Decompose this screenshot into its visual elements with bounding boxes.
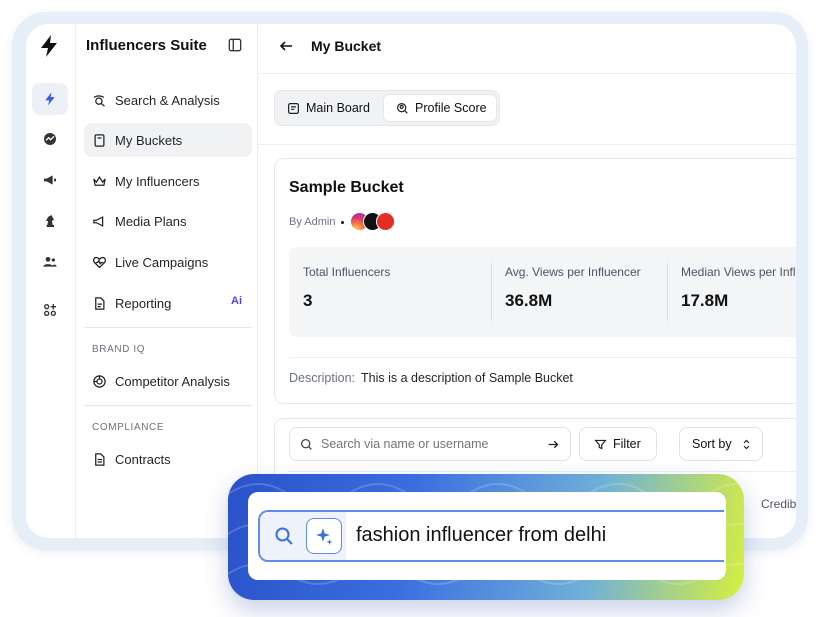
crown-icon bbox=[93, 175, 106, 186]
sidebar-item-label: My Influencers bbox=[115, 173, 200, 189]
profile-score-icon bbox=[397, 102, 408, 114]
separator-dot bbox=[341, 220, 345, 224]
ai-search-query: fashion influencer from delhi bbox=[356, 524, 607, 546]
stat-median-views: Median Views per Influencer 17.8M bbox=[667, 247, 796, 337]
owner-text: By Admin bbox=[289, 216, 336, 228]
stat-label: Total Influencers bbox=[303, 265, 391, 279]
tab-main-board[interactable]: Main Board bbox=[279, 94, 378, 122]
stat-value: 3 bbox=[303, 291, 313, 310]
sidebar: Influencers Suite Search & Analysis My B… bbox=[76, 24, 258, 538]
chevron-up-down-icon bbox=[743, 439, 749, 449]
sidebar-divider bbox=[84, 327, 252, 328]
tab-label: Profile Score bbox=[415, 101, 487, 115]
document-icon bbox=[95, 452, 105, 466]
bucket-owner: By Admin bbox=[289, 212, 404, 232]
bucket-title: Sample Bucket bbox=[289, 179, 404, 196]
megaphone-icon bbox=[44, 175, 56, 185]
rail-analytics-button[interactable] bbox=[32, 123, 68, 155]
sidebar-item-label: Competitor Analysis bbox=[115, 373, 230, 389]
ai-search-panel: fashion influencer from delhi bbox=[248, 492, 726, 580]
report-icon bbox=[95, 296, 105, 310]
chess-knight-icon bbox=[46, 215, 54, 227]
section-label-brand-iq: BRAND IQ bbox=[92, 344, 146, 355]
icon-rail bbox=[26, 24, 76, 538]
sidebar-item-my-influencers[interactable]: My Influencers bbox=[84, 164, 252, 198]
rail-apps-button[interactable] bbox=[32, 294, 68, 326]
tab-label: Main Board bbox=[306, 101, 370, 115]
search-input[interactable] bbox=[321, 437, 531, 451]
stat-label: Avg. Views per Influencer bbox=[505, 265, 641, 279]
description-text: This is a description of Sample Bucket bbox=[361, 371, 573, 385]
board-icon bbox=[288, 102, 299, 114]
bucket-stats: Total Influencers 3 Avg. Views per Influ… bbox=[289, 247, 796, 337]
toolbar-divider bbox=[289, 471, 796, 472]
search-icon[interactable] bbox=[274, 526, 294, 546]
stat-value: 36.8M bbox=[505, 291, 553, 310]
chart-icon bbox=[44, 133, 56, 145]
sidebar-item-label: Media Plans bbox=[115, 213, 187, 229]
sidebar-item-my-buckets[interactable]: My Buckets bbox=[84, 123, 252, 157]
sidebar-item-label: My Buckets bbox=[115, 132, 183, 148]
sidebar-toggle-icon[interactable] bbox=[228, 38, 242, 52]
sidebar-item-label: Contracts bbox=[115, 451, 171, 467]
sidebar-item-label: Reporting bbox=[115, 295, 172, 311]
bolt-logo-icon bbox=[41, 35, 57, 57]
rail-campaigns-button[interactable] bbox=[32, 164, 68, 196]
sort-label: Sort by bbox=[692, 437, 732, 451]
app-window: Influencers Suite Search & Analysis My B… bbox=[26, 24, 796, 538]
sidebar-item-search-analysis[interactable]: Search & Analysis bbox=[84, 83, 252, 117]
sidebar-divider bbox=[84, 405, 252, 406]
sidebar-item-label: Live Campaigns bbox=[115, 254, 209, 270]
sidebar-item-contracts[interactable]: Contracts bbox=[84, 442, 252, 476]
rail-strategy-button[interactable] bbox=[32, 205, 68, 237]
ai-sparkle-button[interactable] bbox=[306, 518, 342, 554]
sidebar-item-competitor-analysis[interactable]: Competitor Analysis bbox=[84, 364, 252, 398]
bolt-icon bbox=[45, 92, 55, 106]
section-divider bbox=[258, 144, 796, 145]
top-bar: My Bucket bbox=[258, 24, 796, 74]
filter-icon bbox=[594, 439, 607, 450]
sidebar-item-live-campaigns[interactable]: Live Campaigns bbox=[84, 245, 252, 279]
youtube-icon bbox=[376, 212, 396, 231]
back-arrow-icon[interactable] bbox=[278, 38, 294, 54]
apps-icon bbox=[44, 304, 56, 316]
sort-button[interactable]: Sort by bbox=[679, 427, 763, 461]
view-tabs: Main Board Profile Score bbox=[274, 90, 500, 126]
platform-icons bbox=[350, 212, 404, 232]
sidebar-item-reporting[interactable]: Reporting Ai bbox=[84, 286, 252, 320]
sidebar-item-media-plans[interactable]: Media Plans bbox=[84, 204, 252, 238]
stat-value: 17.8M bbox=[681, 291, 729, 310]
ai-badge: Ai bbox=[231, 295, 242, 307]
influencer-search[interactable] bbox=[289, 427, 571, 461]
megaphone-icon bbox=[93, 215, 104, 227]
section-label-compliance: COMPLIANCE bbox=[92, 422, 165, 433]
bucket-description: Description: This is a description of Sam… bbox=[289, 371, 573, 385]
bucket-card: Sample Bucket By Admin Total Influencers… bbox=[274, 158, 796, 404]
description-divider bbox=[289, 357, 796, 358]
stat-avg-views: Avg. Views per Influencer 36.8M bbox=[491, 247, 667, 337]
sidebar-item-label: Search & Analysis bbox=[115, 92, 220, 108]
page-title: My Bucket bbox=[311, 38, 382, 54]
ai-search-banner: fashion influencer from delhi bbox=[228, 474, 744, 600]
rail-users-button[interactable] bbox=[32, 246, 68, 278]
brand-name: Influencers Suite bbox=[86, 37, 207, 54]
users-icon bbox=[43, 257, 57, 267]
main-content: My Bucket Main Board Profile Score Sampl… bbox=[258, 24, 796, 538]
description-label: Description: bbox=[289, 371, 355, 385]
tab-profile-score[interactable]: Profile Score bbox=[383, 94, 497, 122]
sparkle-icon bbox=[316, 528, 333, 545]
heart-pulse-icon bbox=[92, 256, 107, 268]
filter-label: Filter bbox=[613, 437, 641, 451]
search-analysis-icon bbox=[93, 94, 105, 107]
stat-label: Median Views per Influencer bbox=[681, 265, 796, 279]
target-icon bbox=[93, 374, 106, 388]
filter-button[interactable]: Filter bbox=[579, 427, 657, 461]
arrow-right-icon[interactable] bbox=[547, 438, 560, 451]
bucket-icon bbox=[94, 133, 105, 147]
search-icon bbox=[300, 438, 312, 450]
rail-bolt-button[interactable] bbox=[32, 83, 68, 115]
stat-total-influencers: Total Influencers 3 bbox=[289, 247, 479, 337]
column-header-credibility[interactable]: Credib bbox=[761, 497, 796, 511]
ai-search-field[interactable]: fashion influencer from delhi bbox=[258, 510, 724, 562]
